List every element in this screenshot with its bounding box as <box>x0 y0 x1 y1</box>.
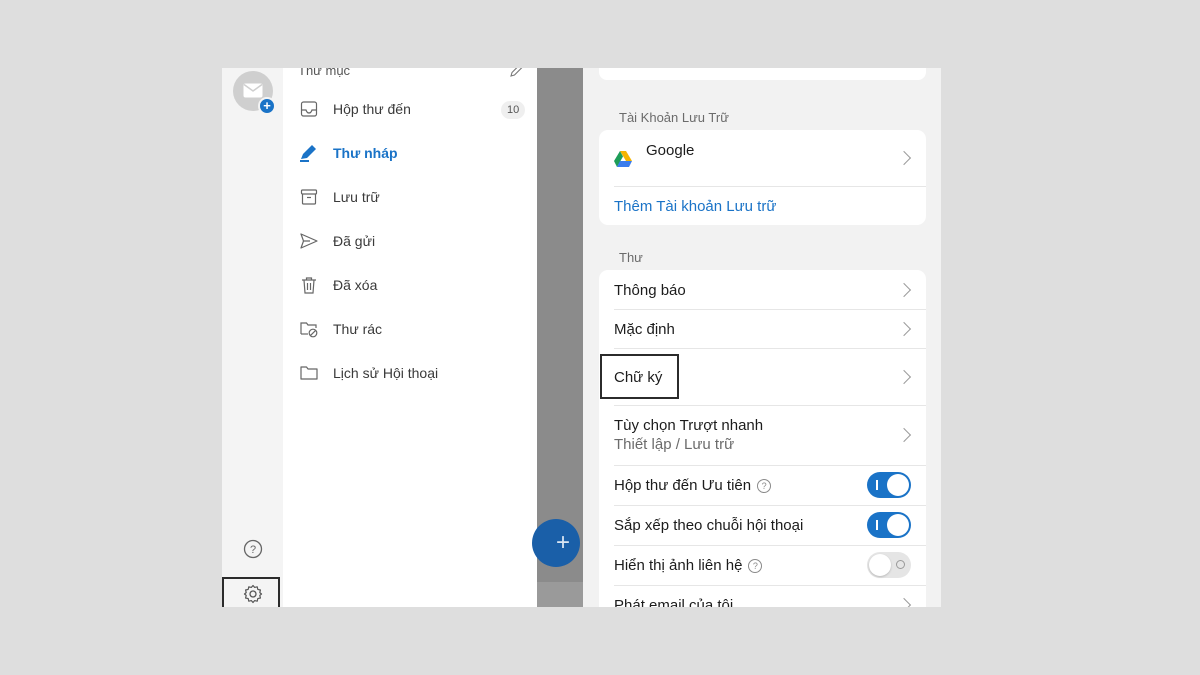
help-icon[interactable]: ? <box>748 559 763 573</box>
folder-label: Đã gửi <box>333 233 376 249</box>
unread-count-badge: 10 <box>501 101 526 119</box>
settings-panel: Tài Khoản Lưu Trữ Google Thêm Tài khoản … <box>583 68 941 607</box>
google-drive-row[interactable]: Google <box>599 130 926 186</box>
thread-sort-label: Sắp xếp theo chuỗi hội thoại <box>614 517 804 534</box>
add-account-icon[interactable]: + <box>258 97 276 115</box>
thread-sort-toggle[interactable] <box>867 512 911 538</box>
swipe-options-row[interactable]: Tùy chọn Trượt nhanh Thiết lập / Lưu trữ <box>599 405 926 465</box>
chevron-right-icon <box>896 150 912 166</box>
folder-item-junk[interactable]: Thư rác <box>283 311 537 347</box>
previous-card <box>599 68 926 80</box>
google-drive-icon <box>614 151 632 167</box>
folder-item-trash[interactable]: Đã xóa <box>283 267 537 303</box>
folder-item-drafts[interactable]: Thư nháp <box>283 135 537 171</box>
edit-pencil-icon[interactable] <box>509 68 523 78</box>
chevron-right-icon <box>896 427 912 443</box>
mail-settings-card: Thông báo Mặc định Chữ ký Tùy chọn Trượt… <box>599 270 926 607</box>
folder-icon <box>300 366 318 380</box>
contact-photos-toggle[interactable] <box>867 552 911 578</box>
divider <box>614 186 926 187</box>
folder-label: Lịch sử Hội thoại <box>333 365 439 381</box>
drafts-icon <box>300 145 316 162</box>
folder-panel: Thư mục Hộp thư đến 10 Thư nháp Lưu trữ … <box>283 68 537 607</box>
notifications-label: Thông báo <box>614 282 686 299</box>
inbox-icon <box>300 101 318 117</box>
play-email-label: Phát email của tôi <box>614 597 734 607</box>
focused-inbox-label: Hộp thư đến Ưu tiên? <box>614 477 772 494</box>
add-storage-account-link[interactable]: Thêm Tài khoản Lưu trữ <box>614 198 776 215</box>
trash-icon <box>302 277 316 294</box>
focused-inbox-row: Hộp thư đến Ưu tiên? <box>599 465 926 505</box>
chevron-right-icon <box>896 321 912 337</box>
folder-item-inbox[interactable]: Hộp thư đến 10 <box>283 91 537 127</box>
dimmed-tab-bar <box>537 582 583 607</box>
help-icon[interactable]: ? <box>243 539 263 559</box>
contact-photos-label: Hiển thị ảnh liên hệ? <box>614 557 763 574</box>
settings-button[interactable] <box>222 577 280 607</box>
compose-button[interactable]: + <box>532 519 580 567</box>
contact-photos-row: Hiển thị ảnh liên hệ? <box>599 545 926 585</box>
focused-inbox-toggle[interactable] <box>867 472 911 498</box>
storage-section-title: Tài Khoản Lưu Trữ <box>619 110 729 125</box>
defaults-row[interactable]: Mặc định <box>599 309 926 348</box>
swipe-options-value: Thiết lập / Lưu trữ <box>614 436 735 453</box>
signature-highlight-box <box>600 354 679 399</box>
folder-label: Thư nháp <box>333 145 398 161</box>
thread-sort-row: Sắp xếp theo chuỗi hội thoại <box>599 505 926 545</box>
folder-item-conversation-history[interactable]: Lịch sử Hội thoại <box>283 355 537 391</box>
svg-text:?: ? <box>250 544 256 556</box>
folders-header: Thư mục <box>298 68 351 78</box>
folder-label: Đã xóa <box>333 277 378 293</box>
defaults-label: Mặc định <box>614 321 675 338</box>
swipe-options-label: Tùy chọn Trượt nhanh <box>614 417 764 434</box>
account-rail: + ? <box>222 68 283 607</box>
gear-icon <box>243 584 263 604</box>
notifications-row[interactable]: Thông báo <box>599 270 926 309</box>
sent-icon <box>300 233 318 249</box>
mail-section-title: Thư <box>619 250 643 265</box>
archive-icon <box>300 189 318 205</box>
account-avatar[interactable]: + <box>233 71 276 115</box>
folder-item-archive[interactable]: Lưu trữ <box>283 179 537 215</box>
storage-accounts-card: Google Thêm Tài khoản Lưu trữ <box>599 130 926 225</box>
chevron-right-icon <box>896 369 912 385</box>
help-icon[interactable]: ? <box>757 479 772 493</box>
folder-label: Lưu trữ <box>333 189 380 205</box>
folder-label: Hộp thư đến <box>333 101 411 117</box>
folder-item-sent[interactable]: Đã gửi <box>283 223 537 259</box>
mail-icon <box>243 83 263 98</box>
chevron-right-icon <box>896 597 912 607</box>
google-label: Google <box>646 142 695 159</box>
chevron-right-icon <box>896 282 912 298</box>
play-email-row[interactable]: Phát email của tôi <box>599 585 926 607</box>
folder-label: Thư rác <box>333 321 383 337</box>
junk-icon <box>300 322 318 338</box>
app-frame: + ? Thư mục Hộp thư đến 10 Thư nháp Lưu … <box>222 68 941 607</box>
